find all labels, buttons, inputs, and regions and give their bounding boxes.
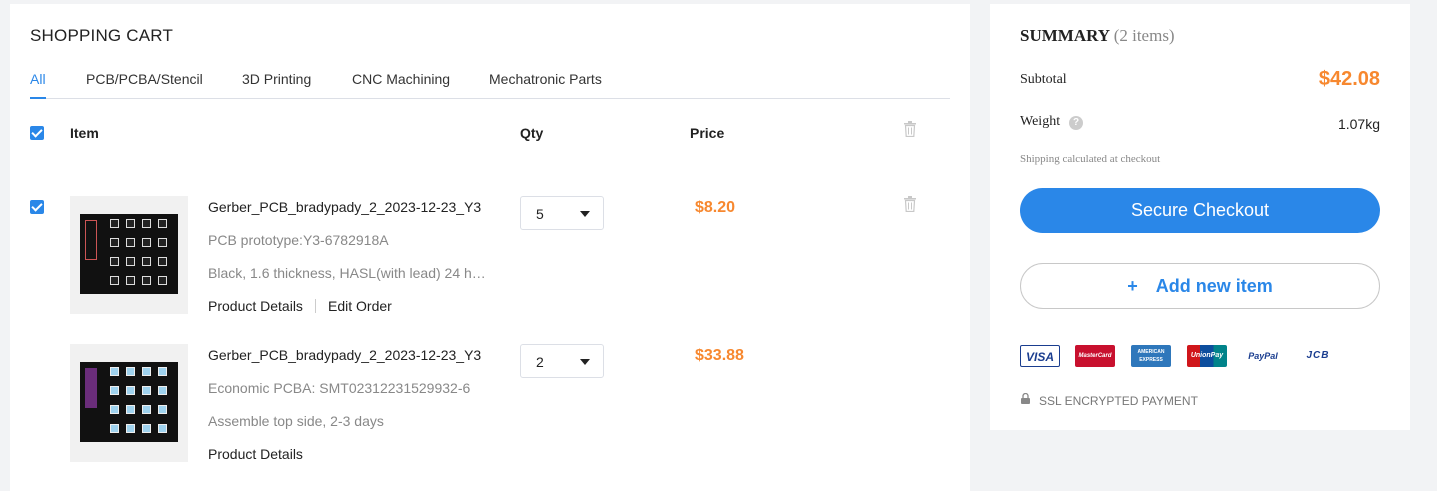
item-price: $33.88: [695, 347, 744, 364]
delete-item-trash-icon[interactable]: [903, 196, 917, 212]
american-express-icon: AMERICAN EXPRESS: [1131, 345, 1171, 367]
pcb-pad: [126, 367, 135, 376]
item-column-header: Item: [70, 125, 99, 141]
pcb-pad: [110, 386, 119, 395]
pcb-pad: [158, 367, 167, 376]
product-details-link[interactable]: Product Details: [208, 446, 303, 462]
pcb-pad: [110, 276, 119, 285]
pcb-pad: [110, 257, 119, 266]
qty-column-header: Qty: [520, 125, 544, 141]
add-new-item-label: Add new item: [1155, 276, 1273, 296]
item-price: $8.20: [695, 199, 736, 216]
weight-label: Weight: [1020, 114, 1061, 129]
summary-heading: SUMMARY: [1020, 26, 1110, 45]
visa-icon: VISA: [1020, 345, 1060, 367]
weight-value: 1.07kg: [1337, 116, 1380, 132]
pcb-product-thumbnail: [70, 196, 188, 314]
order-summary-panel: SUMMARY (2 items) Subtotal $42.08 Weight…: [990, 4, 1410, 430]
pcb-pad: [142, 424, 151, 433]
pcb-pad: [110, 367, 119, 376]
lock-icon: [1021, 393, 1030, 404]
product-order-info: Economic PCBA: SMT02312231529932-6: [208, 380, 471, 396]
pcb-pad: [142, 219, 151, 228]
help-icon[interactable]: ?: [1069, 116, 1083, 130]
summary-title: SUMMARY (2 items): [1020, 26, 1175, 46]
pcb-pad: [158, 405, 167, 414]
tab-pcb-pcba-stencil[interactable]: PCB/PCBA/Stencil: [86, 71, 203, 99]
quantity-value: 2: [536, 354, 544, 370]
pcb-pad: [126, 424, 135, 433]
pcb-pad: [142, 238, 151, 247]
category-tabs: All PCB/PCBA/Stencil 3D Printing CNC Mac…: [30, 71, 950, 99]
chevron-down-icon: [580, 359, 590, 365]
pcb-pad: [110, 238, 119, 247]
jcb-icon: JCB: [1306, 350, 1330, 361]
pcb-pad: [126, 405, 135, 414]
pcb-pad: [126, 276, 135, 285]
product-order-info: PCB prototype:Y3-6782918A: [208, 232, 389, 248]
mastercard-icon: MasterCard: [1075, 345, 1115, 367]
product-name: Gerber_PCB_bradypady_2_2023-12-23_Y3: [208, 347, 482, 363]
pcb-pad: [126, 386, 135, 395]
pcb-pad: [142, 386, 151, 395]
plus-icon: +: [1127, 276, 1138, 296]
paypal-icon: PayPal: [1248, 351, 1278, 361]
shipping-note: Shipping calculated at checkout: [1020, 153, 1161, 165]
product-spec-info: Black, 1.6 thickness, HASL(with lead) 24…: [208, 265, 488, 281]
subtotal-label: Subtotal: [1020, 72, 1067, 87]
unionpay-icon: UnionPay: [1187, 345, 1227, 367]
pcb-pad: [126, 238, 135, 247]
quantity-select[interactable]: 5: [520, 196, 604, 230]
select-all-checkbox[interactable]: [30, 126, 44, 140]
chevron-down-icon: [580, 211, 590, 217]
ssl-encrypted-label: SSL ENCRYPTED PAYMENT: [1039, 394, 1198, 408]
shopping-cart-panel: SHOPPING CART All PCB/PCBA/Stencil 3D Pr…: [10, 4, 970, 491]
add-new-item-button[interactable]: + Add new item: [1020, 263, 1380, 309]
pcb-pad: [110, 219, 119, 228]
tab-all[interactable]: All: [30, 71, 46, 99]
pcb-pad: [142, 367, 151, 376]
link-divider: [315, 299, 316, 313]
item-checkbox[interactable]: [30, 200, 44, 214]
pcb-pad: [110, 405, 119, 414]
tab-cnc-machining[interactable]: CNC Machining: [352, 71, 450, 99]
pcb-pad: [142, 276, 151, 285]
pcb-pad: [158, 424, 167, 433]
pcb-pad: [142, 257, 151, 266]
pcb-pad: [158, 238, 167, 247]
quantity-select[interactable]: 2: [520, 344, 604, 378]
secure-checkout-button[interactable]: Secure Checkout: [1020, 188, 1380, 233]
pcb-pad: [158, 276, 167, 285]
edit-order-link[interactable]: Edit Order: [328, 298, 392, 314]
price-column-header: Price: [690, 125, 725, 141]
quantity-value: 5: [536, 206, 544, 222]
pcb-pad: [126, 257, 135, 266]
product-details-link[interactable]: Product Details: [208, 298, 303, 314]
product-name: Gerber_PCB_bradypady_2_2023-12-23_Y3: [208, 199, 482, 215]
pcb-pad: [110, 424, 119, 433]
pcb-pad: [158, 219, 167, 228]
tab-3d-printing[interactable]: 3D Printing: [242, 71, 311, 99]
pcb-pad: [142, 405, 151, 414]
tab-mechatronic-parts[interactable]: Mechatronic Parts: [489, 71, 602, 99]
subtotal-value: $42.08: [1318, 68, 1380, 90]
pcb-pad: [158, 257, 167, 266]
page-title: SHOPPING CART: [30, 26, 174, 45]
item-count: (2 items): [1113, 26, 1175, 45]
delete-all-trash-icon[interactable]: [903, 121, 917, 137]
product-spec-info: Assemble top side, 2-3 days: [208, 413, 384, 429]
pcb-pad: [158, 386, 167, 395]
pcba-product-thumbnail: [70, 344, 188, 462]
pcb-pad: [126, 219, 135, 228]
